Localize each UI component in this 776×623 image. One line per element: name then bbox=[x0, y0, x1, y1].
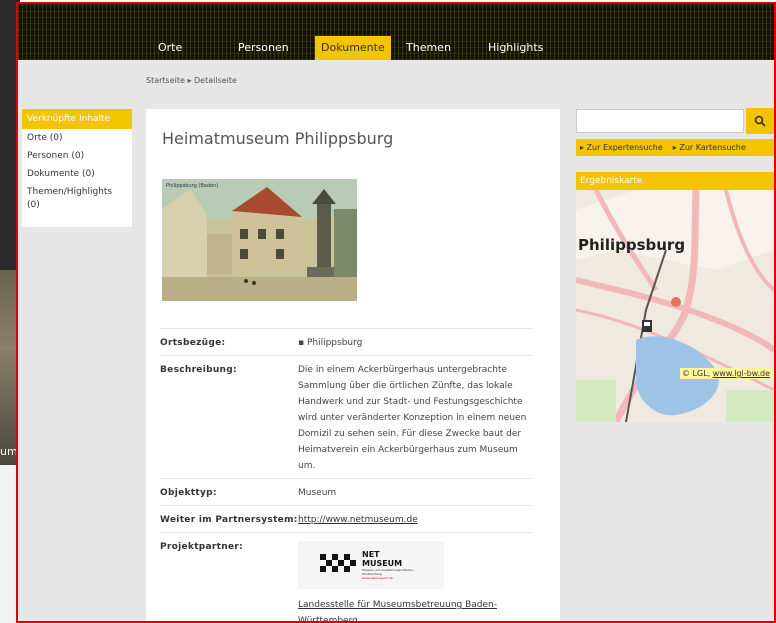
nav-item-themen[interactable]: Themen bbox=[400, 36, 457, 60]
museum-photo[interactable]: Philippsburg (Baden) bbox=[162, 179, 357, 301]
map-city-label: Philippsburg bbox=[578, 236, 686, 254]
partnersystem-link[interactable]: http://www.netmuseum.de bbox=[298, 515, 418, 525]
logo-line2: MUSEUM bbox=[362, 559, 403, 568]
right-column: ▸ Zur Expertensuche ▸ Zur Kartensuche Er… bbox=[576, 108, 774, 422]
search-links: ▸ Zur Expertensuche ▸ Zur Kartensuche bbox=[576, 139, 774, 156]
detail-value-text: Museum bbox=[298, 488, 337, 498]
detail-row-partnersystem: Weiter im Partnersystem: http://www.netm… bbox=[160, 505, 532, 532]
map-copyright-prefix: © LGL, bbox=[682, 369, 711, 378]
nav-item-highlights[interactable]: Highlights bbox=[482, 36, 549, 60]
logo-line3: Museen und Ausstellungen Baden-Württembe… bbox=[362, 568, 415, 576]
detail-label: Weiter im Partnersystem: bbox=[160, 515, 298, 525]
map-title: Ergebniskarte bbox=[576, 172, 774, 190]
page-title: Heimatmuseum Philippsburg bbox=[162, 129, 394, 148]
detail-label: Objekttyp: bbox=[160, 488, 217, 498]
logo-line1: NET bbox=[362, 550, 380, 559]
nav-item-dokumente[interactable]: Dokumente bbox=[315, 36, 391, 60]
main-content: Heimatmuseum Philippsburg Philippsburg (… bbox=[146, 109, 560, 621]
photo-caption: Philippsburg (Baden) bbox=[166, 183, 218, 189]
nav-item-personen[interactable]: Personen bbox=[232, 36, 295, 60]
sidebar-item-dokumente[interactable]: Dokumente (0) bbox=[22, 165, 132, 183]
sidebar-item-themen-highlights[interactable]: Themen/Highlights (0) bbox=[22, 183, 132, 214]
nav-item-orte[interactable]: Orte bbox=[152, 36, 188, 60]
netmuseum-logo-icon bbox=[320, 554, 356, 572]
map-search-link[interactable]: ▸ Zur Kartensuche bbox=[673, 139, 746, 156]
detail-table: Ortsbezüge: ▪ Philippsburg Beschreibung:… bbox=[160, 328, 532, 621]
search-icon bbox=[754, 115, 766, 127]
search-button[interactable] bbox=[746, 108, 774, 134]
detail-value-link[interactable]: ▪ Philippsburg bbox=[298, 335, 532, 351]
logo-line4: www.netmuseum.de bbox=[362, 576, 393, 580]
sidebar-title: Verknüpfte Inhalte bbox=[22, 109, 132, 129]
detail-row-ortsbezuege: Ortsbezüge: ▪ Philippsburg bbox=[160, 328, 532, 355]
lgl-link[interactable]: www.lgl-bw.de bbox=[713, 369, 770, 378]
search-box bbox=[576, 108, 774, 134]
netmuseum-logo[interactable]: NET MUSEUM Museen und Ausstellungen Bade… bbox=[298, 541, 444, 589]
detail-label: Beschreibung: bbox=[160, 365, 237, 375]
projektpartner-link[interactable]: Landesstelle für Museumsbetreuung Baden-… bbox=[298, 600, 497, 621]
related-content-sidebar: Verknüpfte Inhalte Orte (0) Personen (0)… bbox=[22, 109, 132, 227]
detail-value-text: Die in einem Ackerbürgerhaus untergebrac… bbox=[298, 365, 527, 471]
sidebar-item-orte[interactable]: Orte (0) bbox=[22, 129, 132, 147]
detail-row-beschreibung: Beschreibung: Die in einem Ackerbürgerha… bbox=[160, 355, 532, 478]
result-map[interactable]: Philippsburg © LGL, www.lgl-bw.de bbox=[576, 190, 774, 422]
detail-row-projektpartner: Projektpartner: NET MUSEUM Museen und Au… bbox=[160, 532, 532, 621]
detail-row-objekttyp: Objekttyp: Museum bbox=[160, 478, 532, 505]
breadcrumb[interactable]: Startseite ▸ Detailseite bbox=[146, 76, 237, 85]
map-copyright: © LGL, www.lgl-bw.de bbox=[680, 368, 773, 379]
expert-search-link[interactable]: ▸ Zur Expertensuche bbox=[580, 139, 663, 156]
detail-label: Ortsbezüge: bbox=[160, 338, 226, 348]
detail-label: Projektpartner: bbox=[160, 542, 243, 552]
sidebar-item-personen[interactable]: Personen (0) bbox=[22, 147, 132, 165]
search-input[interactable] bbox=[576, 109, 744, 133]
header-banner bbox=[18, 4, 774, 60]
map-canvas bbox=[576, 190, 774, 422]
detail-frame: Orte Personen Dokumente Themen Highlight… bbox=[16, 2, 776, 623]
